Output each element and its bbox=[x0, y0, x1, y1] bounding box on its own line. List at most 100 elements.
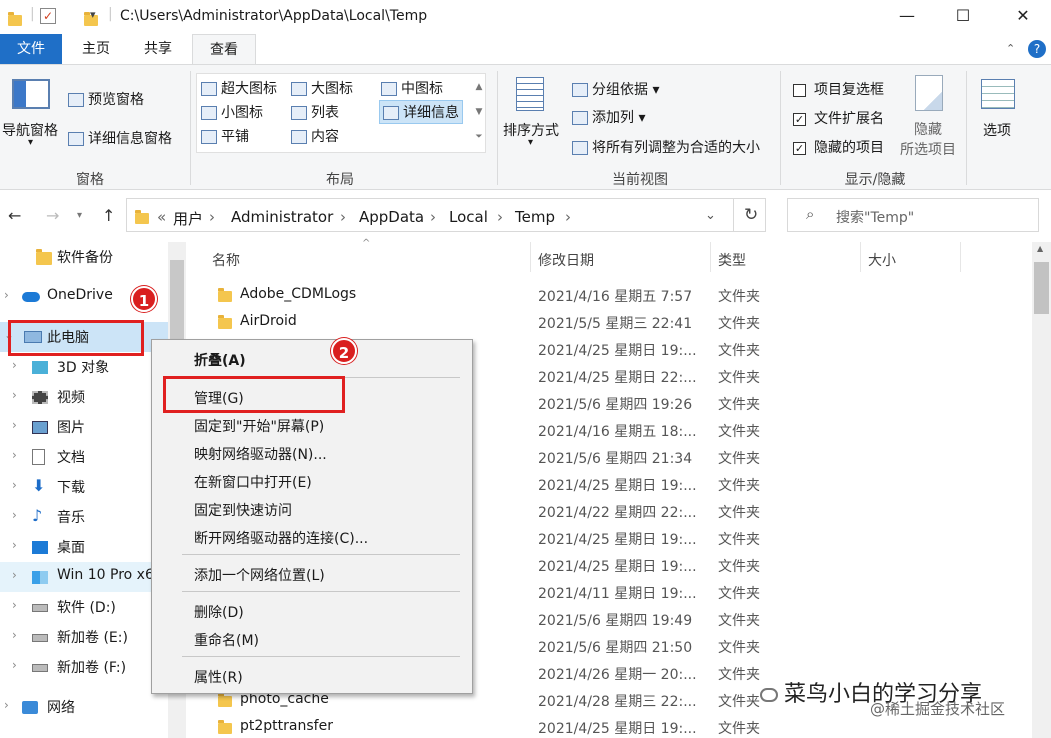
tab-home[interactable]: 主页 bbox=[66, 34, 126, 64]
breadcrumb-users[interactable]: 用户 bbox=[173, 208, 203, 229]
collapse-ribbon-icon[interactable]: ⌃ bbox=[1006, 42, 1015, 55]
file-date: 2021/4/22 星期四 22:... bbox=[538, 505, 697, 521]
expand-chevron-icon[interactable]: › bbox=[12, 658, 17, 672]
nav-item-software-backup[interactable]: 软件备份 bbox=[0, 242, 186, 272]
breadcrumb-appdata[interactable]: AppData bbox=[359, 208, 424, 226]
checkbox-checked[interactable]: ✓ bbox=[793, 112, 806, 126]
details-pane-button[interactable]: 详细信息窗格 bbox=[68, 128, 172, 148]
expand-chevron-icon[interactable]: › bbox=[12, 388, 17, 402]
group-by-button[interactable]: 分组依据 ▾ bbox=[572, 79, 659, 99]
breadcrumb-local[interactable]: Local bbox=[449, 208, 488, 226]
table-row[interactable]: Adobe_CDMLogs 2021/4/16 星期五 7:57 文件夹 bbox=[190, 282, 1032, 309]
address-history-dropdown-icon[interactable]: ⌄ bbox=[705, 208, 716, 223]
address-bar[interactable]: « 用户 › Administrator › AppData › Local ›… bbox=[126, 198, 766, 232]
expand-chevron-icon[interactable]: › bbox=[12, 538, 17, 552]
navigation-pane-icon[interactable] bbox=[12, 79, 50, 109]
menu-item-pin-to-start[interactable]: 固定到"开始"屏幕(P) bbox=[152, 411, 472, 439]
layout-large-icons[interactable]: 大图标 bbox=[291, 78, 353, 98]
search-input[interactable]: 搜索"Temp" bbox=[836, 207, 914, 227]
layout-medium-icons[interactable]: 中图标 bbox=[381, 78, 443, 98]
menu-item-delete[interactable]: 删除(D) bbox=[152, 597, 472, 625]
maximize-button[interactable]: ☐ bbox=[948, 4, 978, 28]
expand-chevron-icon[interactable]: › bbox=[12, 598, 17, 612]
file-extensions-toggle[interactable]: ✓ 文件扩展名 bbox=[793, 108, 884, 128]
hide-selected-button-line2[interactable]: 所选项目 bbox=[900, 139, 956, 159]
close-button[interactable]: ✕ bbox=[1008, 4, 1038, 28]
tab-file[interactable]: 文件 bbox=[0, 34, 62, 64]
tab-share[interactable]: 共享 bbox=[128, 34, 188, 64]
layout-list[interactable]: 列表 bbox=[291, 102, 339, 122]
refresh-icon[interactable]: ↻ bbox=[744, 205, 758, 225]
expand-chevron-icon[interactable]: › bbox=[4, 698, 9, 712]
search-box[interactable]: ⌕ 搜索"Temp" bbox=[787, 198, 1039, 232]
expand-chevron-icon[interactable]: › bbox=[12, 478, 17, 492]
column-header-type[interactable]: 类型 bbox=[718, 250, 746, 270]
breadcrumb-overflow[interactable]: « bbox=[157, 208, 166, 226]
expand-chevron-icon[interactable]: › bbox=[12, 568, 17, 582]
layout-small-icons[interactable]: 小图标 bbox=[201, 102, 263, 122]
sort-by-dropdown-icon[interactable]: ▾ bbox=[528, 137, 533, 148]
menu-item-open-new-window[interactable]: 在新窗口中打开(E) bbox=[152, 467, 472, 495]
column-divider[interactable] bbox=[960, 242, 961, 272]
up-arrow-icon[interactable]: ↑ bbox=[102, 206, 115, 225]
menu-item-disconnect-network-drive[interactable]: 断开网络驱动器的连接(C)... bbox=[152, 523, 472, 551]
hidden-items-toggle[interactable]: ✓ 隐藏的项目 bbox=[793, 137, 884, 157]
hide-selected-button-line1[interactable]: 隐藏 bbox=[914, 119, 942, 139]
nav-item-onedrive[interactable]: › OneDrive bbox=[0, 282, 186, 312]
column-divider[interactable] bbox=[530, 242, 531, 272]
tab-view[interactable]: 查看 bbox=[192, 34, 256, 64]
column-header-size[interactable]: 大小 bbox=[868, 250, 896, 270]
item-checkboxes-toggle[interactable]: 项目复选框 bbox=[793, 79, 884, 99]
file-type: 文件夹 bbox=[718, 424, 760, 440]
minimize-button[interactable]: — bbox=[892, 4, 922, 28]
nav-item-network[interactable]: › 网络 bbox=[0, 692, 186, 722]
properties-icon[interactable]: ✓ bbox=[40, 8, 56, 24]
hide-selected-icon[interactable] bbox=[915, 75, 943, 111]
menu-item-rename[interactable]: 重命名(M) bbox=[152, 625, 472, 653]
fit-columns-button[interactable]: 将所有列调整为合适的大小 bbox=[572, 137, 760, 157]
quick-access-dropdown-icon[interactable]: ▾ bbox=[90, 8, 96, 21]
breadcrumb-separator: › bbox=[209, 208, 215, 226]
preview-pane-button[interactable]: 预览窗格 bbox=[68, 89, 144, 109]
sort-by-icon[interactable] bbox=[516, 77, 544, 111]
layout-gallery-scroll[interactable]: ▲ ▼ ⏷ bbox=[472, 75, 486, 151]
scroll-up-icon[interactable]: ▲ bbox=[1037, 244, 1043, 253]
expand-chevron-icon[interactable]: › bbox=[4, 288, 9, 302]
file-list-scrollbar[interactable]: ▲ bbox=[1032, 242, 1051, 738]
column-header-name[interactable]: 名称 bbox=[212, 250, 240, 270]
breadcrumb-temp[interactable]: Temp bbox=[515, 208, 555, 226]
menu-item-map-network-drive[interactable]: 映射网络驱动器(N)... bbox=[152, 439, 472, 467]
breadcrumb-administrator[interactable]: Administrator bbox=[231, 208, 333, 226]
recent-locations-icon[interactable]: ▾ bbox=[77, 210, 82, 221]
menu-item-collapse[interactable]: 折叠(A) bbox=[152, 345, 472, 373]
menu-item-pin-quick-access[interactable]: 固定到快速访问 bbox=[152, 495, 472, 523]
menu-item-add-network-location[interactable]: 添加一个网络位置(L) bbox=[152, 560, 472, 588]
help-icon[interactable]: ? bbox=[1028, 40, 1046, 58]
layout-details[interactable]: 详细信息 bbox=[379, 100, 463, 124]
expand-chevron-icon[interactable]: › bbox=[12, 628, 17, 642]
breadcrumb-separator: › bbox=[340, 208, 346, 226]
checkbox-checked[interactable]: ✓ bbox=[793, 141, 806, 155]
layout-extra-large-icons[interactable]: 超大图标 bbox=[201, 78, 277, 98]
layout-tiles[interactable]: 平铺 bbox=[201, 126, 249, 146]
options-button[interactable]: 选项 bbox=[983, 120, 1011, 140]
expand-chevron-icon[interactable]: › bbox=[12, 418, 17, 432]
expand-chevron-icon[interactable]: › bbox=[12, 358, 17, 372]
column-divider[interactable] bbox=[710, 242, 711, 272]
file-list-scroll-thumb[interactable] bbox=[1034, 262, 1049, 314]
file-date: 2021/5/6 星期四 19:49 bbox=[538, 613, 693, 629]
checkbox-unchecked[interactable] bbox=[793, 83, 806, 97]
layout-content[interactable]: 内容 bbox=[291, 126, 339, 146]
forward-arrow-icon[interactable]: → bbox=[46, 206, 59, 225]
back-arrow-icon[interactable]: ← bbox=[8, 206, 21, 225]
network-icon bbox=[22, 701, 38, 714]
table-row[interactable]: AirDroid 2021/5/5 星期三 22:41 文件夹 bbox=[190, 309, 1032, 336]
nav-pane-dropdown-icon[interactable]: ▾ bbox=[28, 137, 33, 148]
expand-chevron-icon[interactable]: › bbox=[12, 508, 17, 522]
column-divider[interactable] bbox=[860, 242, 861, 272]
menu-item-properties[interactable]: 属性(R) bbox=[152, 662, 472, 690]
column-header-date[interactable]: 修改日期 bbox=[538, 250, 594, 270]
expand-chevron-icon[interactable]: › bbox=[12, 448, 17, 462]
options-icon[interactable] bbox=[981, 79, 1015, 109]
add-column-button[interactable]: 添加列 ▾ bbox=[572, 107, 645, 127]
